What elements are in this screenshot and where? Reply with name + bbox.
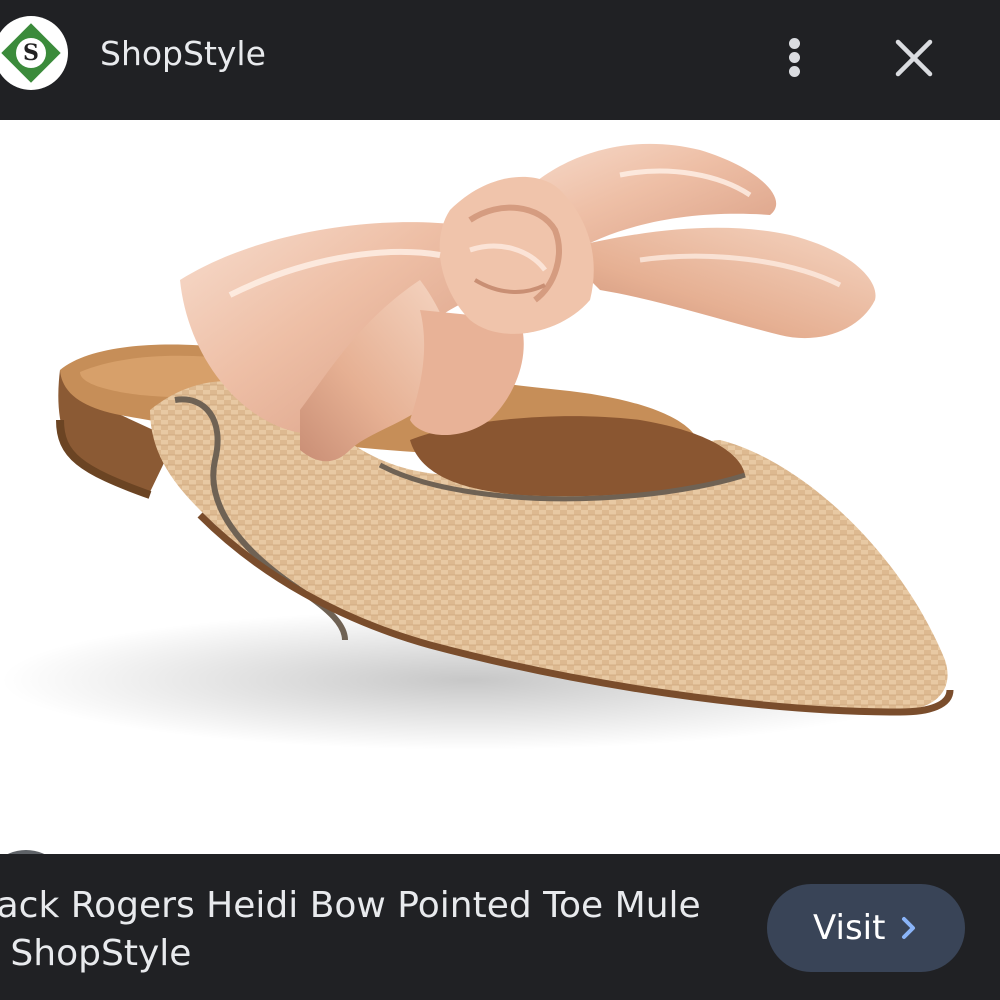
result-title-line2: - ShopStyle: [0, 933, 192, 974]
chevron-right-icon: [902, 917, 915, 939]
site-logo[interactable]: S: [0, 16, 68, 90]
shoe-product-image: [0, 143, 954, 750]
more-options-button[interactable]: [770, 30, 820, 84]
preview-header: S ShopStyle: [0, 0, 1000, 120]
result-footer: Jack Rogers Heidi Bow Pointed Toe Mule -…: [0, 854, 1000, 1000]
result-title-line1: Jack Rogers Heidi Bow Pointed Toe Mule: [0, 885, 701, 926]
logo-letter: S: [16, 38, 46, 68]
close-icon: [895, 39, 933, 77]
visit-button[interactable]: Visit: [767, 884, 965, 972]
result-title[interactable]: Jack Rogers Heidi Bow Pointed Toe Mule -…: [0, 882, 746, 978]
visit-button-label: Visit: [813, 908, 886, 948]
product-image[interactable]: [0, 120, 1000, 854]
close-button[interactable]: [886, 30, 942, 86]
site-name[interactable]: ShopStyle: [100, 34, 266, 73]
